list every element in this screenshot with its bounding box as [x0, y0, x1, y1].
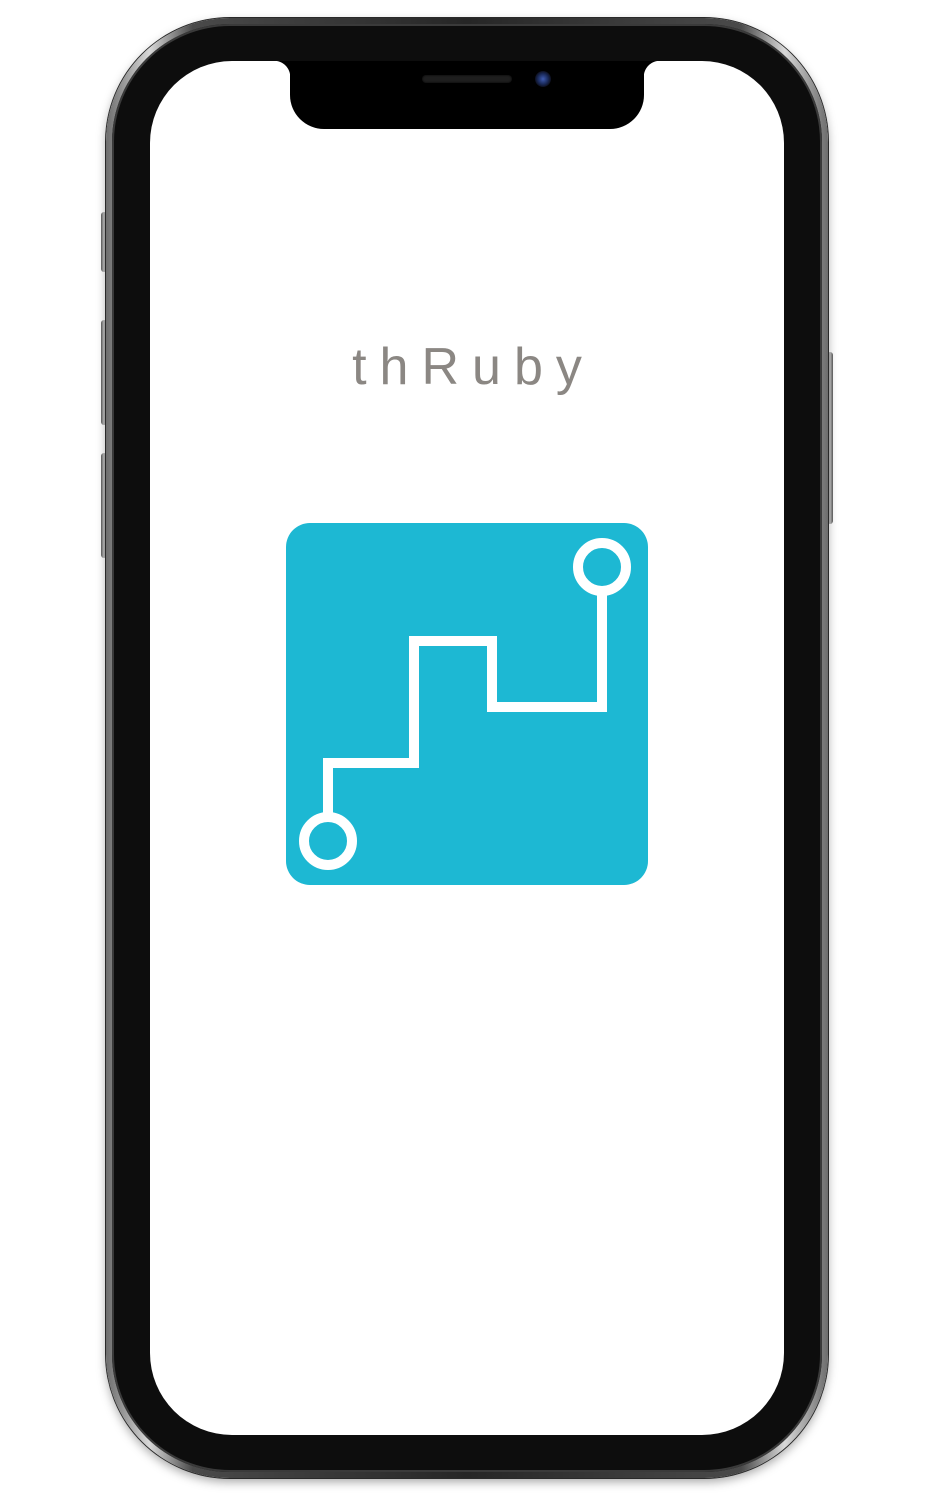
logo-start-node — [299, 812, 357, 870]
front-camera-icon — [535, 71, 551, 87]
stage: thRuby — [0, 0, 934, 1500]
phone-frame: thRuby — [106, 18, 828, 1478]
speaker-grille — [422, 75, 512, 83]
app-title: thRuby — [352, 338, 595, 396]
notch — [274, 61, 660, 129]
logo-end-node — [573, 538, 631, 596]
route-path-logo-icon — [286, 523, 648, 885]
phone-screen[interactable]: thRuby — [150, 61, 784, 1435]
